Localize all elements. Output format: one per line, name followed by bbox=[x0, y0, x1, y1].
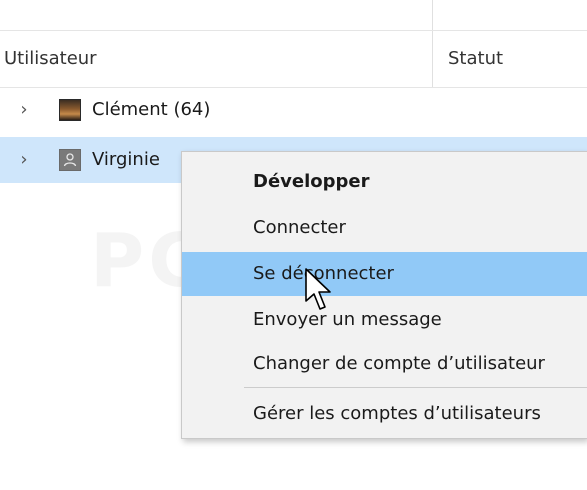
menu-item-connecter[interactable]: Connecter bbox=[182, 206, 587, 250]
generic-user-icon bbox=[59, 149, 81, 171]
menu-item-envoyer-message[interactable]: Envoyer un message bbox=[182, 298, 587, 342]
menu-item-label: Changer de compte d’utilisateur bbox=[253, 353, 545, 374]
context-menu: Développer Connecter Se déconnecter Envo… bbox=[181, 151, 587, 439]
user-name: Virginie bbox=[92, 149, 160, 170]
column-header: Utilisateur Statut bbox=[0, 30, 587, 88]
mouse-cursor-icon bbox=[305, 268, 331, 310]
menu-item-changer-compte[interactable]: Changer de compte d’utilisateur bbox=[182, 342, 587, 386]
header-user-column[interactable]: Utilisateur bbox=[4, 31, 97, 87]
header-status-column[interactable]: Statut bbox=[448, 31, 503, 87]
top-strip bbox=[0, 0, 587, 30]
menu-item-label: Envoyer un message bbox=[253, 309, 442, 330]
menu-separator bbox=[244, 387, 587, 388]
column-separator[interactable] bbox=[432, 31, 433, 87]
menu-item-label: Développer bbox=[253, 171, 370, 192]
chevron-right-icon[interactable]: › bbox=[16, 137, 32, 183]
chevron-right-icon[interactable]: › bbox=[16, 87, 32, 133]
user-name: Clément (64) bbox=[92, 99, 211, 120]
menu-item-se-deconnecter[interactable]: Se déconnecter bbox=[182, 252, 587, 296]
menu-item-gerer-comptes[interactable]: Gérer les comptes d’utilisateurs bbox=[182, 392, 587, 436]
person-glyph-icon bbox=[63, 153, 77, 167]
menu-item-label: Gérer les comptes d’utilisateurs bbox=[253, 403, 541, 424]
user-row-clement[interactable]: › Clément (64) bbox=[0, 87, 587, 133]
menu-item-developper[interactable]: Développer bbox=[182, 160, 587, 204]
top-column-divider bbox=[432, 0, 433, 30]
menu-item-label: Connecter bbox=[253, 217, 346, 238]
user-photo-icon bbox=[59, 99, 81, 121]
